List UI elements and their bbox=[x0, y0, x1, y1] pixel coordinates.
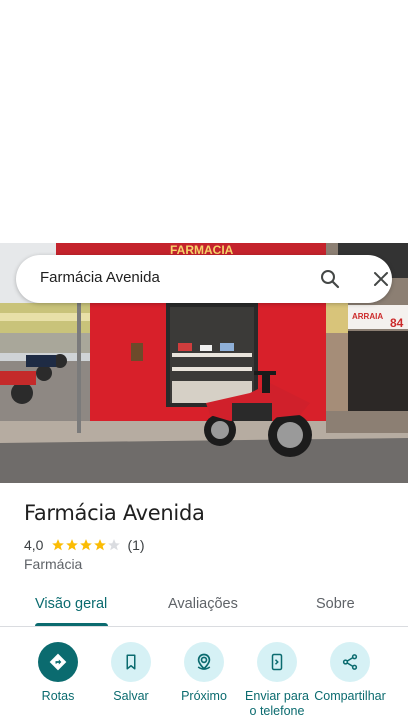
share-label: Compartilhar bbox=[314, 689, 386, 703]
search-bar[interactable]: Farmácia Avenida bbox=[16, 255, 392, 303]
rating-stars bbox=[51, 538, 121, 552]
directions-icon bbox=[38, 642, 78, 682]
neighbor-sign-text: ARRAIA bbox=[352, 312, 383, 321]
directions-label: Rotas bbox=[41, 689, 75, 703]
bookmark-icon bbox=[111, 642, 151, 682]
nearby-label: Próximo bbox=[181, 689, 227, 703]
nearby-icon bbox=[184, 642, 224, 682]
tab-overview[interactable]: Visão geral bbox=[35, 596, 107, 612]
close-icon[interactable] bbox=[369, 267, 393, 291]
tab-reviews[interactable]: Avaliações bbox=[168, 596, 238, 612]
star-icon bbox=[66, 539, 79, 551]
svg-text:84: 84 bbox=[390, 316, 404, 330]
save-label: Salvar bbox=[113, 689, 149, 703]
star-icon bbox=[94, 539, 107, 551]
directions-button[interactable]: Rotas bbox=[18, 642, 98, 704]
map-area bbox=[0, 0, 408, 243]
rating-value: 4,0 bbox=[24, 537, 44, 553]
place-category: Farmácia bbox=[24, 556, 83, 572]
send-to-phone-label: Enviar para o telefone bbox=[245, 689, 309, 718]
star-icon bbox=[52, 539, 65, 551]
search-icon[interactable] bbox=[318, 267, 342, 291]
search-input[interactable]: Farmácia Avenida bbox=[40, 269, 160, 286]
tab-bar: Visão geral Avaliações Sobre bbox=[0, 585, 408, 627]
nearby-button[interactable]: Próximo bbox=[164, 642, 244, 704]
active-tab-indicator bbox=[35, 623, 108, 626]
share-button[interactable]: Compartilhar bbox=[310, 642, 390, 719]
tab-about[interactable]: Sobre bbox=[316, 596, 355, 612]
star-icon bbox=[80, 539, 93, 551]
share-icon bbox=[330, 642, 370, 682]
send-to-phone-icon bbox=[257, 642, 297, 682]
review-count: (1) bbox=[127, 537, 145, 553]
star-empty-icon bbox=[108, 539, 121, 551]
send-to-phone-button[interactable]: Enviar para o telefone bbox=[237, 642, 317, 719]
save-button[interactable]: Salvar bbox=[91, 642, 171, 704]
place-title: Farmácia Avenida bbox=[24, 501, 205, 525]
rating-row[interactable]: 4,0 (1) bbox=[24, 536, 145, 554]
